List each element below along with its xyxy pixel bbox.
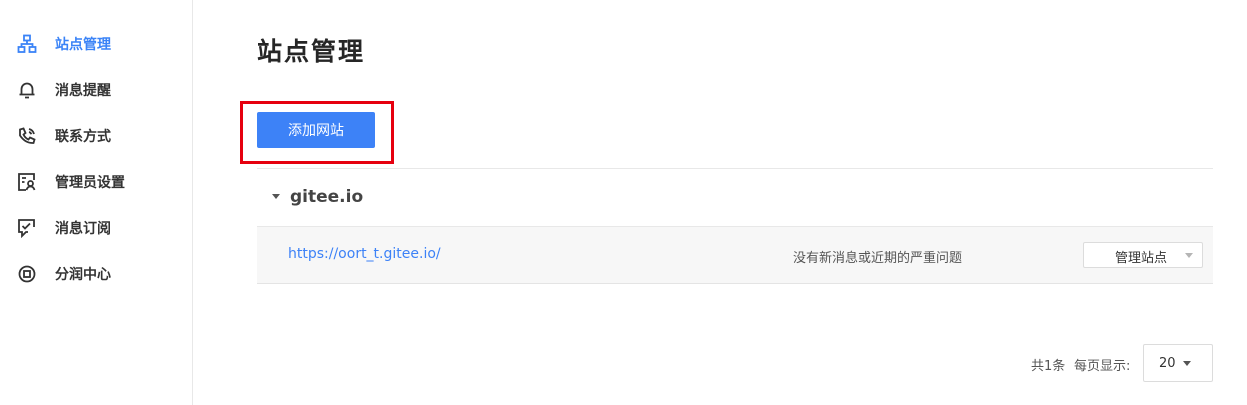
- subscribe-check-icon: [16, 217, 38, 239]
- site-status-text: 没有新消息或近期的严重问题: [793, 251, 963, 266]
- sidebar-item-label: 管理员设置: [55, 175, 125, 191]
- phone-icon: [16, 125, 38, 147]
- admin-user-icon: [16, 171, 38, 193]
- sidebar-item-profit-center[interactable]: 分润中心: [0, 254, 192, 294]
- chevron-down-icon: [1185, 253, 1193, 258]
- sidebar-item-contact[interactable]: 联系方式: [0, 116, 192, 156]
- sidebar-item-label: 联系方式: [55, 129, 111, 145]
- page-title: 站点管理: [257, 37, 366, 66]
- sidebar: 站点管理 消息提醒 联系方式 管理员设置 消息订阅 分润中心: [0, 0, 193, 405]
- site-url-link[interactable]: https://oort_t.gitee.io/: [288, 246, 441, 262]
- sidebar-item-label: 消息订阅: [55, 221, 111, 237]
- sidebar-item-label: 站点管理: [55, 37, 111, 53]
- sidebar-item-admin-settings[interactable]: 管理员设置: [0, 162, 192, 202]
- add-website-button[interactable]: 添加网站: [257, 112, 375, 148]
- site-group-header[interactable]: [257, 168, 1213, 227]
- sidebar-item-subscription[interactable]: 消息订阅: [0, 208, 192, 248]
- caret-down-icon[interactable]: [272, 194, 280, 199]
- manage-site-label: 管理站点: [1115, 251, 1168, 266]
- chevron-down-icon: [1183, 361, 1191, 366]
- page-size-select[interactable]: 20: [1143, 344, 1213, 382]
- bell-icon: [16, 79, 38, 101]
- sidebar-item-label: 分润中心: [55, 267, 111, 283]
- manage-site-dropdown[interactable]: 管理站点: [1083, 242, 1203, 268]
- profit-center-icon: [16, 263, 38, 285]
- site-group-name[interactable]: gitee.io: [290, 187, 363, 207]
- sidebar-item-notifications[interactable]: 消息提醒: [0, 70, 192, 110]
- sitemap-icon: [16, 33, 38, 55]
- page-size-value: 20: [1159, 356, 1176, 371]
- sidebar-item-site-management[interactable]: 站点管理: [0, 24, 192, 64]
- page-size-label: 每页显示:: [1074, 359, 1131, 374]
- pagination-total: 共1条: [1031, 359, 1066, 374]
- sidebar-item-label: 消息提醒: [55, 83, 111, 99]
